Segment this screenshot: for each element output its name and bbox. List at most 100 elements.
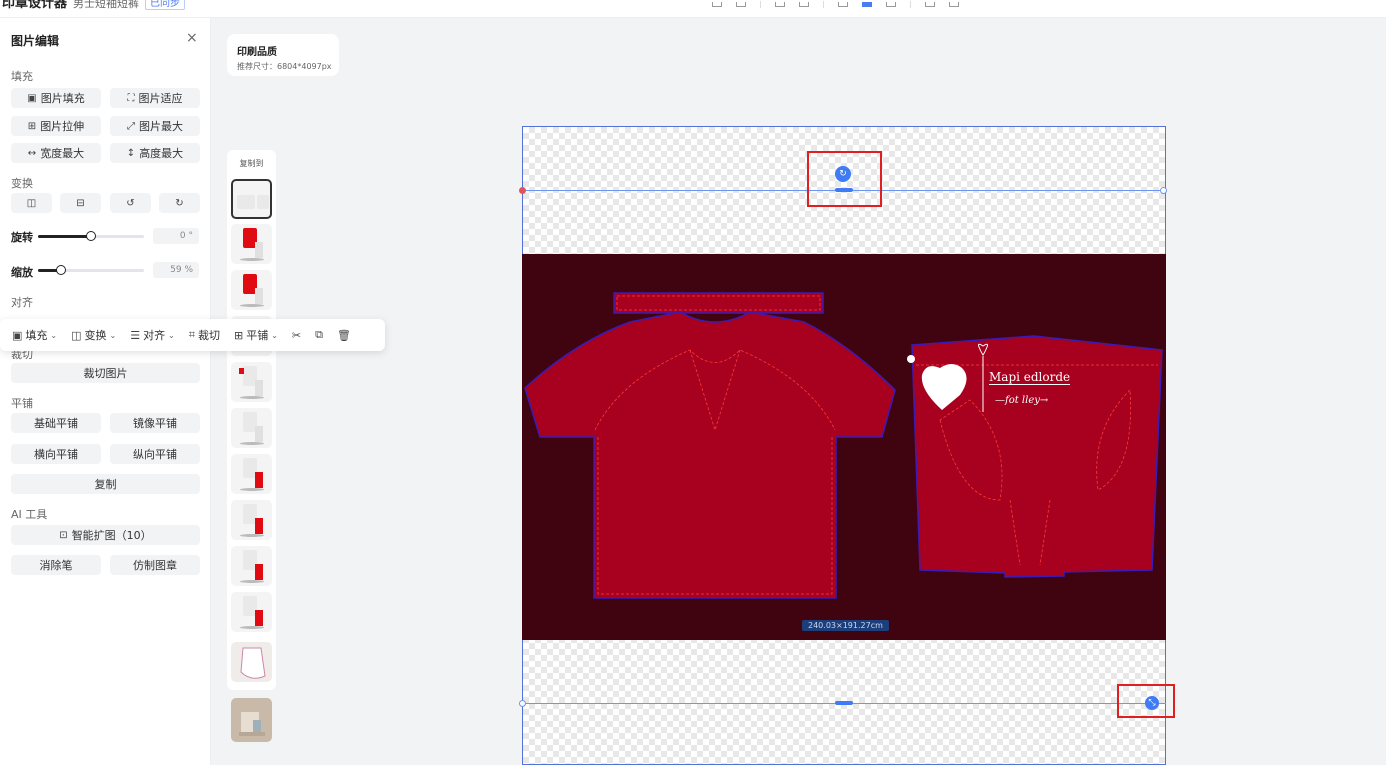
chevron-down-icon: ⌄ <box>50 330 58 340</box>
brand: 印章设计器 男士短袖短裤 已同步 <box>2 0 186 12</box>
toolbar-duplicate[interactable]: ⧉ <box>315 328 323 342</box>
floating-toolbar: ▣ 填充 ⌄ ◫ 变换 ⌄ ☰ 对齐 ⌄ ⌗ 裁切 ⊞ 平铺 ⌄ ✂ ⧉ 🗑 <box>0 319 385 351</box>
rotate-left-button[interactable]: ↺ <box>110 193 151 213</box>
rotate-slider-handle[interactable] <box>86 231 96 241</box>
max-height-button[interactable]: ↕ 高度最大 <box>110 143 200 163</box>
scale-value-input[interactable]: 59 % <box>153 262 199 278</box>
crop-icon: ⌗ <box>188 328 195 341</box>
pants-thumb <box>255 288 263 304</box>
thumbnail-item[interactable] <box>231 408 272 448</box>
toolbar-transform[interactable]: ◫ 变换 ⌄ <box>71 327 116 343</box>
chevron-down-icon: ⌄ <box>271 330 278 340</box>
select-icon[interactable] <box>862 1 872 7</box>
fit-image-button[interactable]: ⛶ 图片适应 <box>110 88 200 108</box>
thumbnail-item[interactable] <box>231 642 272 682</box>
shadow <box>240 258 264 261</box>
rotate-slider[interactable] <box>38 231 144 241</box>
scale-slider-handle[interactable] <box>56 265 67 275</box>
thumbnail-item[interactable] <box>231 454 272 494</box>
highlight-box-scale <box>1117 684 1175 718</box>
shadow <box>240 580 264 583</box>
rotate-right-icon: ↻ <box>175 197 184 209</box>
shadow <box>240 488 264 491</box>
sync-badge: 已同步 <box>145 0 186 10</box>
section-align: 对齐 <box>11 296 33 309</box>
recommended-size: 推荐尺寸：6804*4097px <box>237 62 332 71</box>
zoom-icon[interactable] <box>925 1 935 7</box>
undo-icon[interactable] <box>712 1 722 7</box>
fit-icon: ⛶ <box>127 92 135 104</box>
rotate-label: 旋转 <box>11 231 33 244</box>
thumbnail-item[interactable] <box>231 179 272 219</box>
crop-image-button[interactable]: 裁切图片 <box>11 363 200 383</box>
section-tile: 平铺 <box>11 397 33 410</box>
toolbar-cutout[interactable]: ✂ <box>292 329 301 342</box>
design-image[interactable] <box>522 254 1166 640</box>
app-title: 印章设计器 <box>2 0 68 11</box>
scene-icon <box>239 712 265 736</box>
toolbar-delete[interactable]: 🗑 <box>337 329 351 342</box>
pants-thumb <box>255 380 263 396</box>
align-icon[interactable] <box>838 1 848 7</box>
thumbnail-item[interactable] <box>231 270 272 310</box>
stretch-image-button[interactable]: ⊞ 图片拉伸 <box>11 116 101 136</box>
pants-thumb <box>255 610 263 626</box>
section-fill: 填充 <box>11 70 33 83</box>
bottom-middle-handle[interactable] <box>835 701 853 705</box>
logo-text-secondary: —fot lley→ <box>995 395 1049 406</box>
redo-icon[interactable] <box>736 1 746 7</box>
basic-tile-button[interactable]: 基础平铺 <box>11 413 101 433</box>
flip-horizontal-button[interactable]: ◫ <box>11 193 52 213</box>
thumbnail-item[interactable] <box>231 592 272 632</box>
rotate-right-button[interactable]: ↻ <box>159 193 200 213</box>
top-toolbar <box>712 0 959 8</box>
duplicate-icon: ⧉ <box>315 328 323 341</box>
toolbar-fill[interactable]: ▣ 填充 ⌄ <box>12 327 57 343</box>
shadow <box>240 534 264 537</box>
fill-icon: ▣ <box>12 328 23 342</box>
project-name[interactable]: 男士短袖短裤 <box>73 0 139 10</box>
garment-thumb <box>257 195 269 209</box>
eraser-button[interactable]: 消除笔 <box>11 555 101 575</box>
max-image-button[interactable]: ⤢ 图片最大 <box>110 116 200 136</box>
selection-corner-handle[interactable] <box>1160 187 1167 194</box>
toolbar-tile[interactable]: ⊞ 平铺 ⌄ <box>234 327 278 343</box>
selection-corner-handle[interactable] <box>519 187 526 194</box>
clone-stamp-button[interactable]: 仿制图章 <box>110 555 200 575</box>
grid-icon[interactable] <box>799 1 809 7</box>
horizontal-tile-button[interactable]: 横向平铺 <box>11 444 101 464</box>
shadow <box>240 304 264 307</box>
smart-expand-button[interactable]: ⊡ 智能扩图（10） <box>11 525 200 545</box>
thumbnail-item[interactable] <box>231 362 272 402</box>
scale-slider[interactable] <box>38 265 144 275</box>
fill-image-button[interactable]: ▣ 图片填充 <box>11 88 101 108</box>
shadow <box>240 626 264 629</box>
vertical-tile-button[interactable]: 纵向平铺 <box>110 444 200 464</box>
divider <box>823 0 824 8</box>
selection-corner-handle[interactable] <box>519 700 526 707</box>
divider <box>760 0 761 8</box>
chevron-down-icon: ⌄ <box>168 330 175 340</box>
fullscreen-icon[interactable] <box>949 1 959 7</box>
pen-icon[interactable] <box>886 1 896 7</box>
mirror-tile-button[interactable]: 镜像平铺 <box>110 413 200 433</box>
thumbnail-item[interactable] <box>231 224 272 264</box>
layers-icon[interactable] <box>775 1 785 7</box>
flip-vertical-button[interactable]: ⊟ <box>60 193 101 213</box>
max-width-button[interactable]: ↔ 宽度最大 <box>11 143 101 163</box>
thumbnail-item[interactable] <box>231 500 272 540</box>
trash-icon: 🗑 <box>337 328 351 342</box>
close-icon[interactable]: × <box>186 30 198 46</box>
toolbar-align[interactable]: ☰ 对齐 ⌄ <box>130 327 175 343</box>
toolbar-crop[interactable]: ⌗ 裁切 <box>189 327 220 343</box>
copy-button[interactable]: 复制 <box>11 474 200 494</box>
divider <box>910 0 911 8</box>
scene-thumbnail[interactable] <box>231 698 272 742</box>
rotate-left-icon: ↺ <box>126 197 135 209</box>
thumbnail-item[interactable] <box>231 546 272 586</box>
accent-thumb <box>239 368 244 374</box>
section-transform: 变换 <box>11 177 33 190</box>
highlight-box-rotate <box>807 151 882 207</box>
rotate-value-input[interactable]: 0 ° <box>153 228 199 244</box>
tile-icon: ⊞ <box>234 328 244 342</box>
